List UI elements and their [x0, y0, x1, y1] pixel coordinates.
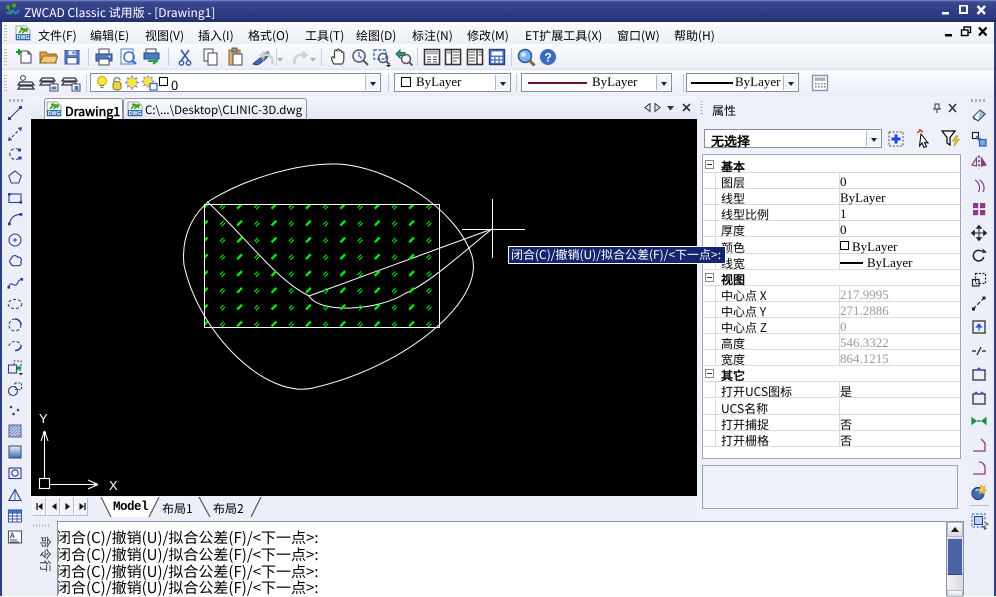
- svg-text:DWG: DWG: [129, 111, 142, 117]
- svg-text:DWG: DWG: [48, 111, 61, 117]
- svg-text:DWG: DWG: [17, 35, 30, 41]
- svg-text:?: ?: [545, 51, 552, 65]
- svg-text:Y: Y: [39, 411, 48, 426]
- svg-text:X: X: [109, 478, 118, 493]
- svg-text:A: A: [9, 530, 15, 541]
